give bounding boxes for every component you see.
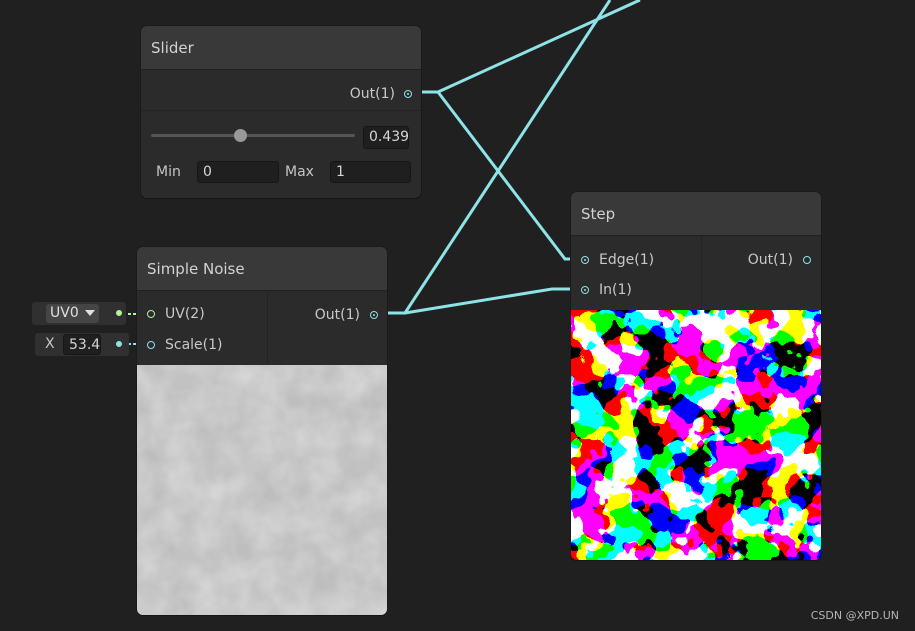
step-node-title: Step	[581, 204, 616, 223]
watermark-text: CSDN @XPD.UN	[810, 609, 899, 622]
slider-node-title: Slider	[151, 38, 194, 57]
wire-slider-to-offscreen[interactable]	[405, 0, 641, 94]
scale-value-field[interactable]: 53.4	[63, 334, 101, 355]
slider-node-header[interactable]: Slider	[141, 26, 421, 70]
noise-input-uv-dot-icon[interactable]	[147, 310, 155, 318]
scale-inline-input[interactable]: X 53.4	[35, 333, 129, 356]
slider-output-label: Out(1)	[349, 86, 395, 102]
step-preview-image	[571, 310, 821, 560]
noise-output-dot-icon[interactable]	[370, 311, 378, 319]
noise-output-label: Out(1)	[314, 307, 360, 323]
chevron-down-icon	[84, 310, 95, 316]
simple-noise-node-header[interactable]: Simple Noise	[137, 247, 387, 291]
scale-inline-dot-icon	[116, 341, 122, 347]
slider-max-label: Max	[285, 164, 314, 180]
noise-input-uv[interactable]: UV(2)	[147, 304, 205, 324]
noise-input-scale[interactable]: Scale(1)	[147, 335, 223, 355]
noise-input-scale-label: Scale(1)	[165, 337, 223, 353]
wire-slider-to-step-edge[interactable]	[436, 91, 588, 261]
slider-output-dot-icon[interactable]	[404, 90, 412, 98]
noise-input-scale-dot-icon[interactable]	[147, 341, 155, 349]
slider-node[interactable]: Slider Out(1) 0.439 Min 0 Max 1	[141, 26, 421, 198]
slider-handle[interactable]	[234, 129, 248, 142]
step-input-in[interactable]: In(1)	[581, 280, 632, 300]
step-output-dot-icon[interactable]	[803, 256, 811, 264]
step-output-label: Out(1)	[747, 252, 793, 268]
uv-channel-dropdown[interactable]: UV0	[46, 304, 99, 323]
scale-axis-label: X	[45, 336, 55, 352]
slider-value-field[interactable]: 0.439	[363, 126, 409, 149]
simple-noise-node-title: Simple Noise	[147, 259, 245, 278]
noise-input-uv-label: UV(2)	[165, 306, 205, 322]
wire-noise-to-step-in[interactable]	[404, 287, 588, 315]
slider-track[interactable]	[151, 134, 355, 137]
step-input-in-dot-icon[interactable]	[581, 286, 589, 294]
slider-max-field[interactable]: 1	[330, 161, 411, 183]
step-node-header[interactable]: Step	[571, 192, 821, 236]
step-node[interactable]: Step Edge(1) In(1) Out(1)	[571, 192, 821, 560]
step-output-port[interactable]: Out(1)	[748, 250, 811, 270]
uv-inline-dot-icon	[116, 310, 122, 316]
noise-output-port[interactable]: Out(1)	[315, 305, 378, 325]
slider-min-field[interactable]: 0	[197, 161, 279, 183]
step-input-in-label: In(1)	[599, 282, 632, 298]
step-input-edge[interactable]: Edge(1)	[581, 250, 654, 270]
step-input-edge-dot-icon[interactable]	[581, 256, 589, 264]
uv-inline-input[interactable]: UV0	[32, 302, 126, 325]
step-input-edge-label: Edge(1)	[599, 252, 655, 268]
slider-min-label: Min	[156, 164, 181, 180]
noise-preview-image	[137, 365, 387, 615]
simple-noise-node[interactable]: Simple Noise UV(2) Scale(1) Out(1)	[137, 247, 387, 615]
uv-channel-value: UV0	[50, 305, 79, 321]
slider-output-port[interactable]: Out(1)	[350, 84, 412, 104]
